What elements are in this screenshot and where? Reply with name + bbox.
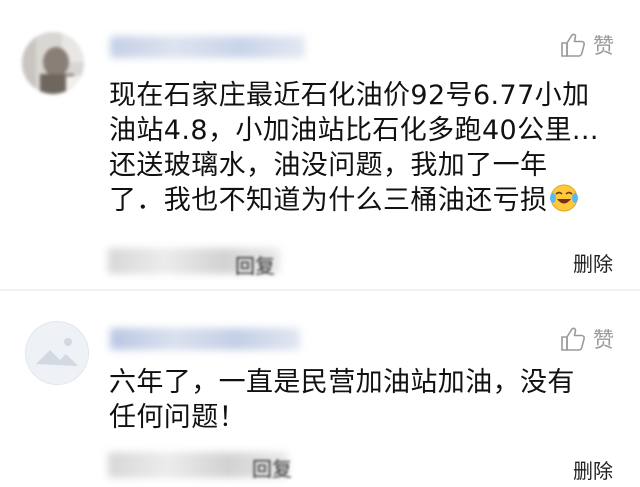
comment-item: 赞 现在石家庄最近石化油价92号6.77小加 油站4.8，小加油站比石化多跑40… xyxy=(0,0,640,288)
delete-button[interactable]: 删除 xyxy=(573,248,613,277)
avatar[interactable] xyxy=(22,32,84,94)
delete-button[interactable]: 删除 xyxy=(573,455,613,484)
comment-line: 油站4.8，小加油站比石化多跑40公里... xyxy=(109,115,599,146)
comment-line-text: 了．我也不知道为什么三桶油还亏损 xyxy=(109,185,548,216)
thumbs-up-icon xyxy=(561,327,585,351)
username-blurred[interactable] xyxy=(110,36,305,58)
like-button[interactable]: 赞 xyxy=(559,30,614,60)
comment-line-last: 了．我也不知道为什么三桶油还亏损 xyxy=(109,183,619,222)
divider xyxy=(0,289,640,291)
like-label: 赞 xyxy=(593,328,614,352)
reply-button[interactable]: 回复 xyxy=(252,453,292,482)
reply-button[interactable]: 回复 xyxy=(235,250,275,279)
like-label: 赞 xyxy=(593,34,614,58)
comment-text: 六年了，一直是民营加油站加油，没有 任何问题！ xyxy=(109,365,619,435)
laughing-crying-face-icon xyxy=(549,183,579,222)
comment-text: 现在石家庄最近石化油价92号6.77小加 油站4.8，小加油站比石化多跑40公里… xyxy=(109,78,619,222)
thumbs-up-icon xyxy=(561,33,585,57)
comment-line: 六年了，一直是民营加油站加油，没有 xyxy=(109,367,575,398)
comment-line: 还送玻璃水，油没问题，我加了一年 xyxy=(109,150,548,181)
comment-line: 现在石家庄最近石化油价92号6.77小加 xyxy=(109,80,590,111)
username-blurred[interactable] xyxy=(110,328,300,350)
like-button[interactable]: 赞 xyxy=(559,324,614,354)
comment-item: 赞 六年了，一直是民营加油站加油，没有 任何问题！ 回复 删除 xyxy=(0,292,640,487)
comment-line: 任何问题！ xyxy=(109,402,246,433)
avatar[interactable] xyxy=(25,321,89,385)
